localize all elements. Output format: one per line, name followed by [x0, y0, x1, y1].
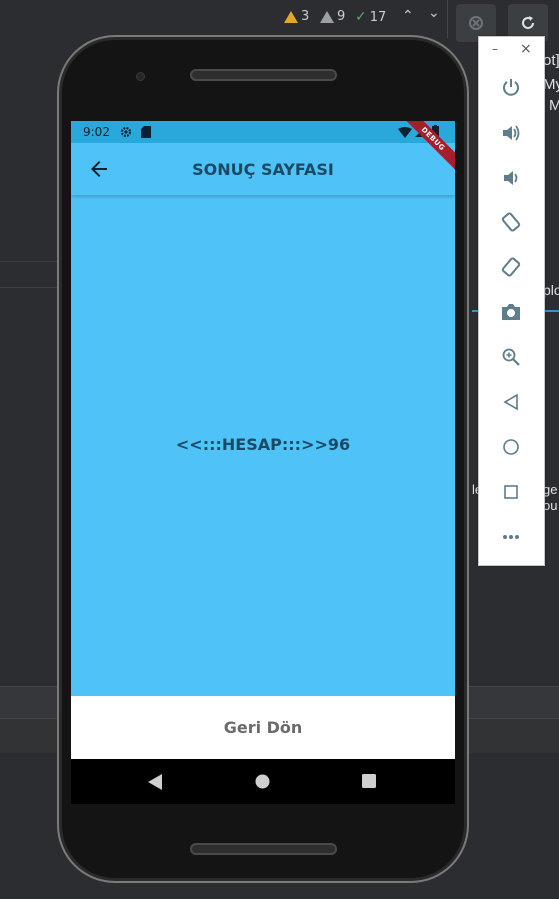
android-nav-bar [71, 759, 455, 804]
zoom-button[interactable] [499, 345, 523, 369]
nav-back-icon[interactable] [148, 774, 162, 790]
volume-up-button[interactable] [499, 121, 523, 145]
zoom-icon [502, 348, 520, 366]
status-bar: 9:02 [71, 121, 455, 143]
ide-divider [447, 0, 448, 38]
go-back-button[interactable]: Geri Dön [71, 696, 455, 759]
rotate-left-button[interactable] [499, 210, 523, 234]
settings-icon [120, 126, 132, 138]
weak-warning-icon [320, 10, 334, 23]
rotate-right-button[interactable] [499, 255, 523, 279]
emulator-minimize-button[interactable]: – [492, 42, 498, 56]
weak-warnings-indicator[interactable]: 9 [320, 9, 345, 24]
ide-side-text: My [543, 76, 559, 93]
warnings-indicator[interactable]: 3 [284, 9, 309, 24]
status-time: 9:02 [83, 125, 110, 139]
ide-side-text: M [549, 97, 559, 114]
volume-down-button[interactable] [499, 166, 523, 190]
volume-up-icon [503, 125, 520, 141]
app-bar: SONUÇ SAYFASI [71, 143, 455, 195]
page-title: SONUÇ SAYFASI [192, 159, 334, 179]
overview-square-icon [504, 485, 518, 499]
emulator-overview-button[interactable] [499, 480, 523, 504]
top-speaker [190, 69, 337, 81]
bottom-speaker [190, 843, 337, 855]
emulator-home-button[interactable] [499, 435, 523, 459]
phone-frame: 9:02 SONUÇ SAYFASI DEBUG <<:::HESAP:::>>… [57, 35, 469, 883]
wifi-icon [398, 127, 412, 138]
weak-warnings-count: 9 [337, 9, 346, 24]
sd-card-icon [141, 126, 151, 138]
camera-icon [502, 304, 520, 320]
power-button[interactable] [499, 75, 523, 99]
result-text: <<:::HESAP:::>>96 [175, 435, 351, 454]
rotate-left-icon [501, 212, 521, 232]
device-screen: 9:02 SONUÇ SAYFASI DEBUG <<:::HESAP:::>>… [71, 121, 455, 804]
typos-count: 17 [369, 9, 387, 25]
emulator-back-button[interactable] [499, 390, 523, 414]
back-triangle-icon [503, 393, 518, 411]
ide-side-text: plo [543, 282, 559, 298]
typos-indicator[interactable]: ✓ 17 [355, 9, 386, 25]
warning-icon [284, 10, 298, 23]
power-icon [503, 79, 519, 96]
ide-side-text: ot] [543, 52, 559, 69]
previous-highlight-icon[interactable]: ⌃ [402, 8, 414, 24]
warnings-count: 3 [301, 9, 310, 24]
more-icon [503, 535, 519, 539]
home-circle-icon [503, 439, 519, 455]
emulator-close-button[interactable]: × [520, 41, 532, 57]
nav-home-icon[interactable] [255, 774, 270, 789]
screenshot-button[interactable] [499, 300, 523, 324]
ide-side-text: ou [543, 498, 558, 513]
front-camera [136, 72, 145, 81]
ide-side-text: ge [543, 482, 558, 497]
emulator-more-button[interactable] [499, 525, 523, 549]
ide-left-panel [0, 38, 60, 688]
typo-check-icon: ✓ [355, 9, 367, 25]
emulator-toolbar: – × [478, 36, 545, 566]
rotate-right-icon [501, 257, 521, 277]
go-back-button-label: Geri Dön [223, 718, 303, 737]
next-highlight-icon[interactable]: ⌄ [428, 5, 440, 21]
volume-down-icon [504, 171, 518, 185]
nav-overview-icon[interactable] [362, 774, 376, 788]
